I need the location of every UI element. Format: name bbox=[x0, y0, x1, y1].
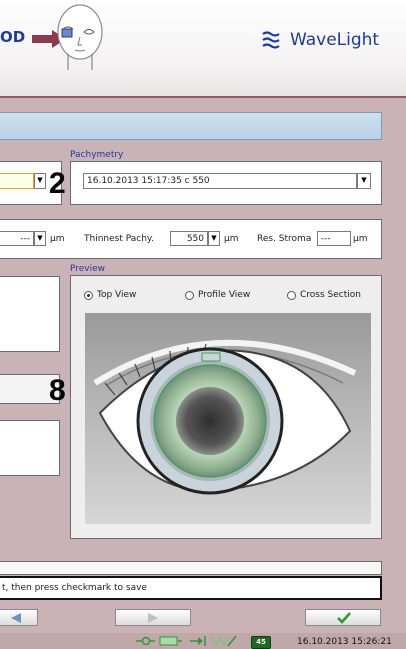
checkmark-icon bbox=[337, 612, 351, 624]
thinnest-pachy-unit: µm bbox=[224, 234, 239, 244]
left-measure-unit: µm bbox=[50, 234, 65, 244]
cross-section-option[interactable]: Cross Section bbox=[287, 290, 367, 302]
cross-section-radio[interactable] bbox=[287, 291, 296, 300]
pachymetry-dropdown-button[interactable]: ▼ bbox=[357, 173, 371, 189]
res-stroma-field[interactable]: --- bbox=[317, 231, 351, 246]
res-stroma-label: Res. Stroma bbox=[257, 234, 312, 244]
profile-view-radio[interactable] bbox=[185, 291, 194, 300]
status-icons bbox=[136, 635, 237, 648]
bottom-spacer-bar bbox=[0, 561, 382, 575]
device-connector-icon bbox=[136, 636, 155, 646]
arrow-left-icon bbox=[11, 613, 21, 623]
play-icon bbox=[148, 613, 158, 623]
profile-view-label: Profile View bbox=[198, 290, 251, 300]
title-band bbox=[0, 112, 382, 140]
play-button[interactable] bbox=[115, 609, 191, 626]
thinnest-pachy-label: Thinnest Pachy. bbox=[84, 234, 154, 244]
left-combo-dropdown-button[interactable]: ▼ bbox=[34, 173, 46, 189]
top-view-radio[interactable] bbox=[84, 291, 93, 300]
instruction-text: t, then press checkmark to save bbox=[2, 583, 147, 593]
left-info-box-3 bbox=[0, 420, 60, 476]
status-datetime: 16.10.2013 15:26:21 bbox=[297, 637, 392, 647]
thinnest-pachy-dropdown-button[interactable]: ▼ bbox=[208, 231, 220, 246]
wavelight-logo-icon bbox=[262, 31, 280, 49]
eye-side-label: OD bbox=[0, 28, 26, 46]
left-measure-dropdown-button[interactable]: ▼ bbox=[34, 231, 46, 246]
battery-icon bbox=[159, 636, 182, 646]
pachymetry-label: Pachymetry bbox=[70, 150, 124, 160]
top-view-label: Top View bbox=[97, 290, 137, 300]
step-2-marker: 2 bbox=[49, 167, 66, 200]
arrow-bar-icon bbox=[190, 636, 206, 646]
status-count-badge: 45 bbox=[251, 636, 271, 649]
step-8-marker: 8 bbox=[49, 374, 66, 407]
header-divider bbox=[0, 96, 406, 98]
preview-label: Preview bbox=[70, 264, 106, 274]
back-button[interactable] bbox=[0, 609, 38, 626]
top-view-option[interactable]: Top View bbox=[84, 290, 164, 302]
cross-section-label: Cross Section bbox=[300, 290, 361, 300]
res-stroma-unit: µm bbox=[353, 234, 368, 244]
profile-view-option[interactable]: Profile View bbox=[185, 290, 265, 302]
left-measure-field[interactable]: --- bbox=[0, 231, 34, 246]
left-combo-field[interactable] bbox=[0, 173, 34, 189]
pachymetry-select[interactable]: 16.10.2013 15:17:35 c 550 bbox=[83, 173, 357, 189]
patient-head-icon bbox=[57, 4, 103, 70]
thinnest-pachy-field[interactable]: 550 bbox=[170, 231, 208, 246]
brand-name: WaveLight bbox=[290, 30, 380, 50]
left-info-box-1 bbox=[0, 276, 60, 352]
wave-signal-icon bbox=[211, 635, 237, 648]
eye-preview-image bbox=[85, 313, 371, 524]
confirm-button[interactable] bbox=[305, 609, 381, 626]
